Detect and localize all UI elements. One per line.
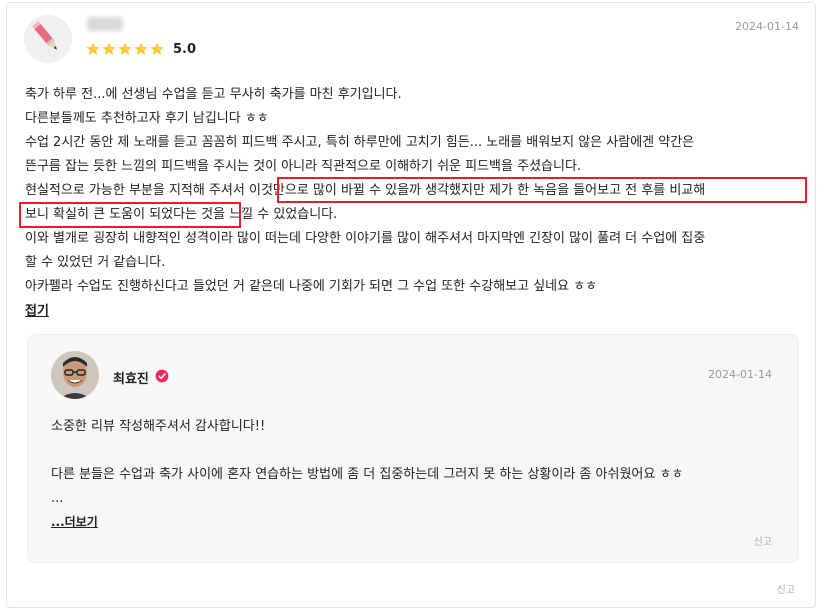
- review-body: 축가 하루 전...에 선생님 수업을 듣고 무사히 축가를 마친 후기입니다.…: [25, 83, 805, 299]
- review-line: 뜬구름 잡는 듯한 느낌의 피드백을 주시는 것이 아니라 직관적으로 이해하기…: [25, 159, 582, 174]
- instructor-avatar: [51, 351, 99, 399]
- reviewer-avatar: [24, 15, 72, 63]
- review-line: 현실적으로 가능한 부분을 지적해 주셔서 이것만으로 많이 바뀔 수 있을까 …: [25, 183, 706, 198]
- star-icon: [134, 42, 148, 55]
- reviewer-name-blurred: [87, 17, 123, 31]
- reply-report-link[interactable]: 신고: [754, 533, 772, 548]
- pencil-icon: [24, 15, 72, 63]
- review-line: 수업 2시간 동안 제 노래를 듣고 꼼꼼히 피드백 주시고, 특히 하루만에 …: [25, 135, 695, 150]
- review-line: 축가 하루 전...에 선생님 수업을 듣고 무사히 축가를 마친 후기입니다.: [25, 87, 402, 102]
- star-icon: [102, 42, 116, 55]
- rating-value: 5.0: [173, 42, 197, 57]
- fold-button[interactable]: 접기: [25, 300, 49, 319]
- review-report-link[interactable]: 신고: [777, 581, 795, 596]
- reply-line: [51, 439, 781, 463]
- instructor-name: 최효진: [113, 372, 149, 387]
- read-more-link[interactable]: ...더보기: [51, 513, 98, 530]
- reply-body: 소중한 리뷰 작성해주셔서 감사합니다!! 다른 분들은 수업과 축가 사이에 …: [51, 415, 781, 511]
- instructor-reply: 최효진 2024-01-14 소중한 리뷰 작성해주셔서 감사합니다!! 다른 …: [27, 334, 799, 563]
- rating-stars: [85, 41, 165, 57]
- reply-line: 소중한 리뷰 작성해주셔서 감사합니다!!: [51, 419, 266, 434]
- star-icon: [150, 42, 164, 55]
- verified-badge-icon: [155, 369, 169, 383]
- review-line: 이와 별개로 굉장히 내향적인 성격이라 많이 떠는데 다양한 이야기를 많이 …: [25, 231, 706, 246]
- star-icon: [118, 42, 132, 55]
- reply-line: ...: [51, 491, 64, 506]
- review-line: 할 수 있었던 거 같습니다.: [25, 255, 166, 270]
- review-line: 다른분들께도 추천하고자 후기 남깁니다 ㅎㅎ: [25, 111, 269, 126]
- person-photo-icon: [51, 351, 99, 399]
- review-line: 보니 확실히 큰 도움이 되었다는 것을 느낄 수 있었습니다.: [25, 207, 338, 222]
- review-line: 아카펠라 수업도 진행하신다고 들었던 거 같은데 나중에 기회가 되면 그 수…: [25, 279, 598, 294]
- star-icon: [86, 42, 100, 55]
- reply-date: 2024-01-14: [708, 368, 772, 381]
- review-date: 2024-01-14: [735, 20, 799, 33]
- review-card: 5.0 2024-01-14 축가 하루 전...에 선생님 수업을 듣고 무사…: [6, 2, 816, 608]
- reply-line: 다른 분들은 수업과 축가 사이에 혼자 연습하는 방법에 좀 더 집중하는데 …: [51, 467, 684, 482]
